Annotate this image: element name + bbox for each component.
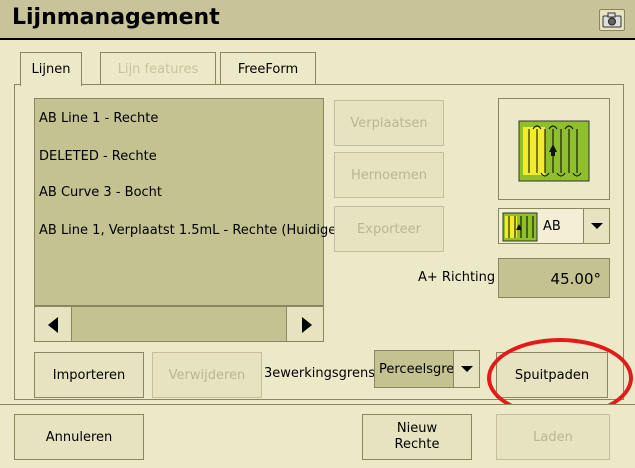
tab-label: FreeForm [237, 62, 299, 77]
arrow-right-icon [302, 317, 312, 333]
line-list[interactable]: AB Line 1 - Rechte DELETED - Rechte AB C… [34, 98, 336, 306]
new-line-label-2: Rechte [394, 437, 440, 452]
chevron-down-icon [460, 366, 473, 372]
pattern-thumbnail-icon [502, 212, 538, 242]
export-button[interactable]: Exporteer [334, 206, 444, 252]
scroll-track[interactable] [72, 306, 286, 342]
screenshot-button[interactable] [599, 9, 625, 31]
direction-label: A+ Richting [418, 270, 496, 285]
list-item[interactable]: DELETED - Rechte [39, 149, 157, 164]
title-bar: Lijnmanagement [0, 0, 635, 40]
new-line-label-1: Nieuw [396, 421, 438, 436]
load-button[interactable]: Laden [496, 414, 610, 460]
tab-lijn-features[interactable]: Lijn features [100, 52, 216, 86]
camera-icon [602, 12, 622, 28]
tab-label: Lijn features [117, 62, 199, 77]
move-button[interactable]: Verplaatsen [334, 100, 444, 146]
pattern-preview [498, 98, 610, 200]
direction-value[interactable]: 45.00° [498, 258, 610, 298]
pattern-select-value: AB [543, 219, 561, 234]
arrow-left-icon [48, 317, 58, 333]
list-item[interactable]: AB Line 1, Verplaatst 1.5mL - Rechte (Hu… [39, 223, 336, 238]
pattern-select[interactable]: AB [498, 208, 610, 244]
delete-button[interactable]: Verwijderen [152, 352, 262, 398]
import-button[interactable]: Importeren [34, 352, 144, 398]
tab-lijnen[interactable]: Lijnen [20, 52, 82, 86]
chevron-down-icon [590, 223, 603, 229]
boundary-label: 3ewerkingsgrens [264, 366, 375, 381]
new-line-button[interactable]: Nieuw Rechte [362, 414, 472, 460]
boundary-select-value: Perceelsgrer [379, 362, 460, 377]
horizontal-scrollbar[interactable] [34, 306, 324, 342]
window-title: Lijnmanagement [12, 5, 220, 30]
cancel-button[interactable]: Annuleren [14, 414, 144, 460]
tab-label: Lijnen [31, 62, 71, 77]
list-item[interactable]: AB Curve 3 - Bocht [39, 185, 162, 200]
scroll-left-button[interactable] [34, 306, 72, 342]
boundary-dropdown-button[interactable] [453, 351, 479, 387]
rename-button[interactable]: Hernoemen [334, 152, 444, 198]
boundary-select[interactable]: Perceelsgrer [374, 350, 480, 388]
scroll-right-button[interactable] [286, 306, 324, 342]
ab-pattern-icon [518, 120, 590, 182]
pattern-dropdown-button[interactable] [583, 209, 609, 243]
list-item[interactable]: AB Line 1 - Rechte [39, 111, 158, 126]
tab-freeform[interactable]: FreeForm [220, 52, 316, 86]
